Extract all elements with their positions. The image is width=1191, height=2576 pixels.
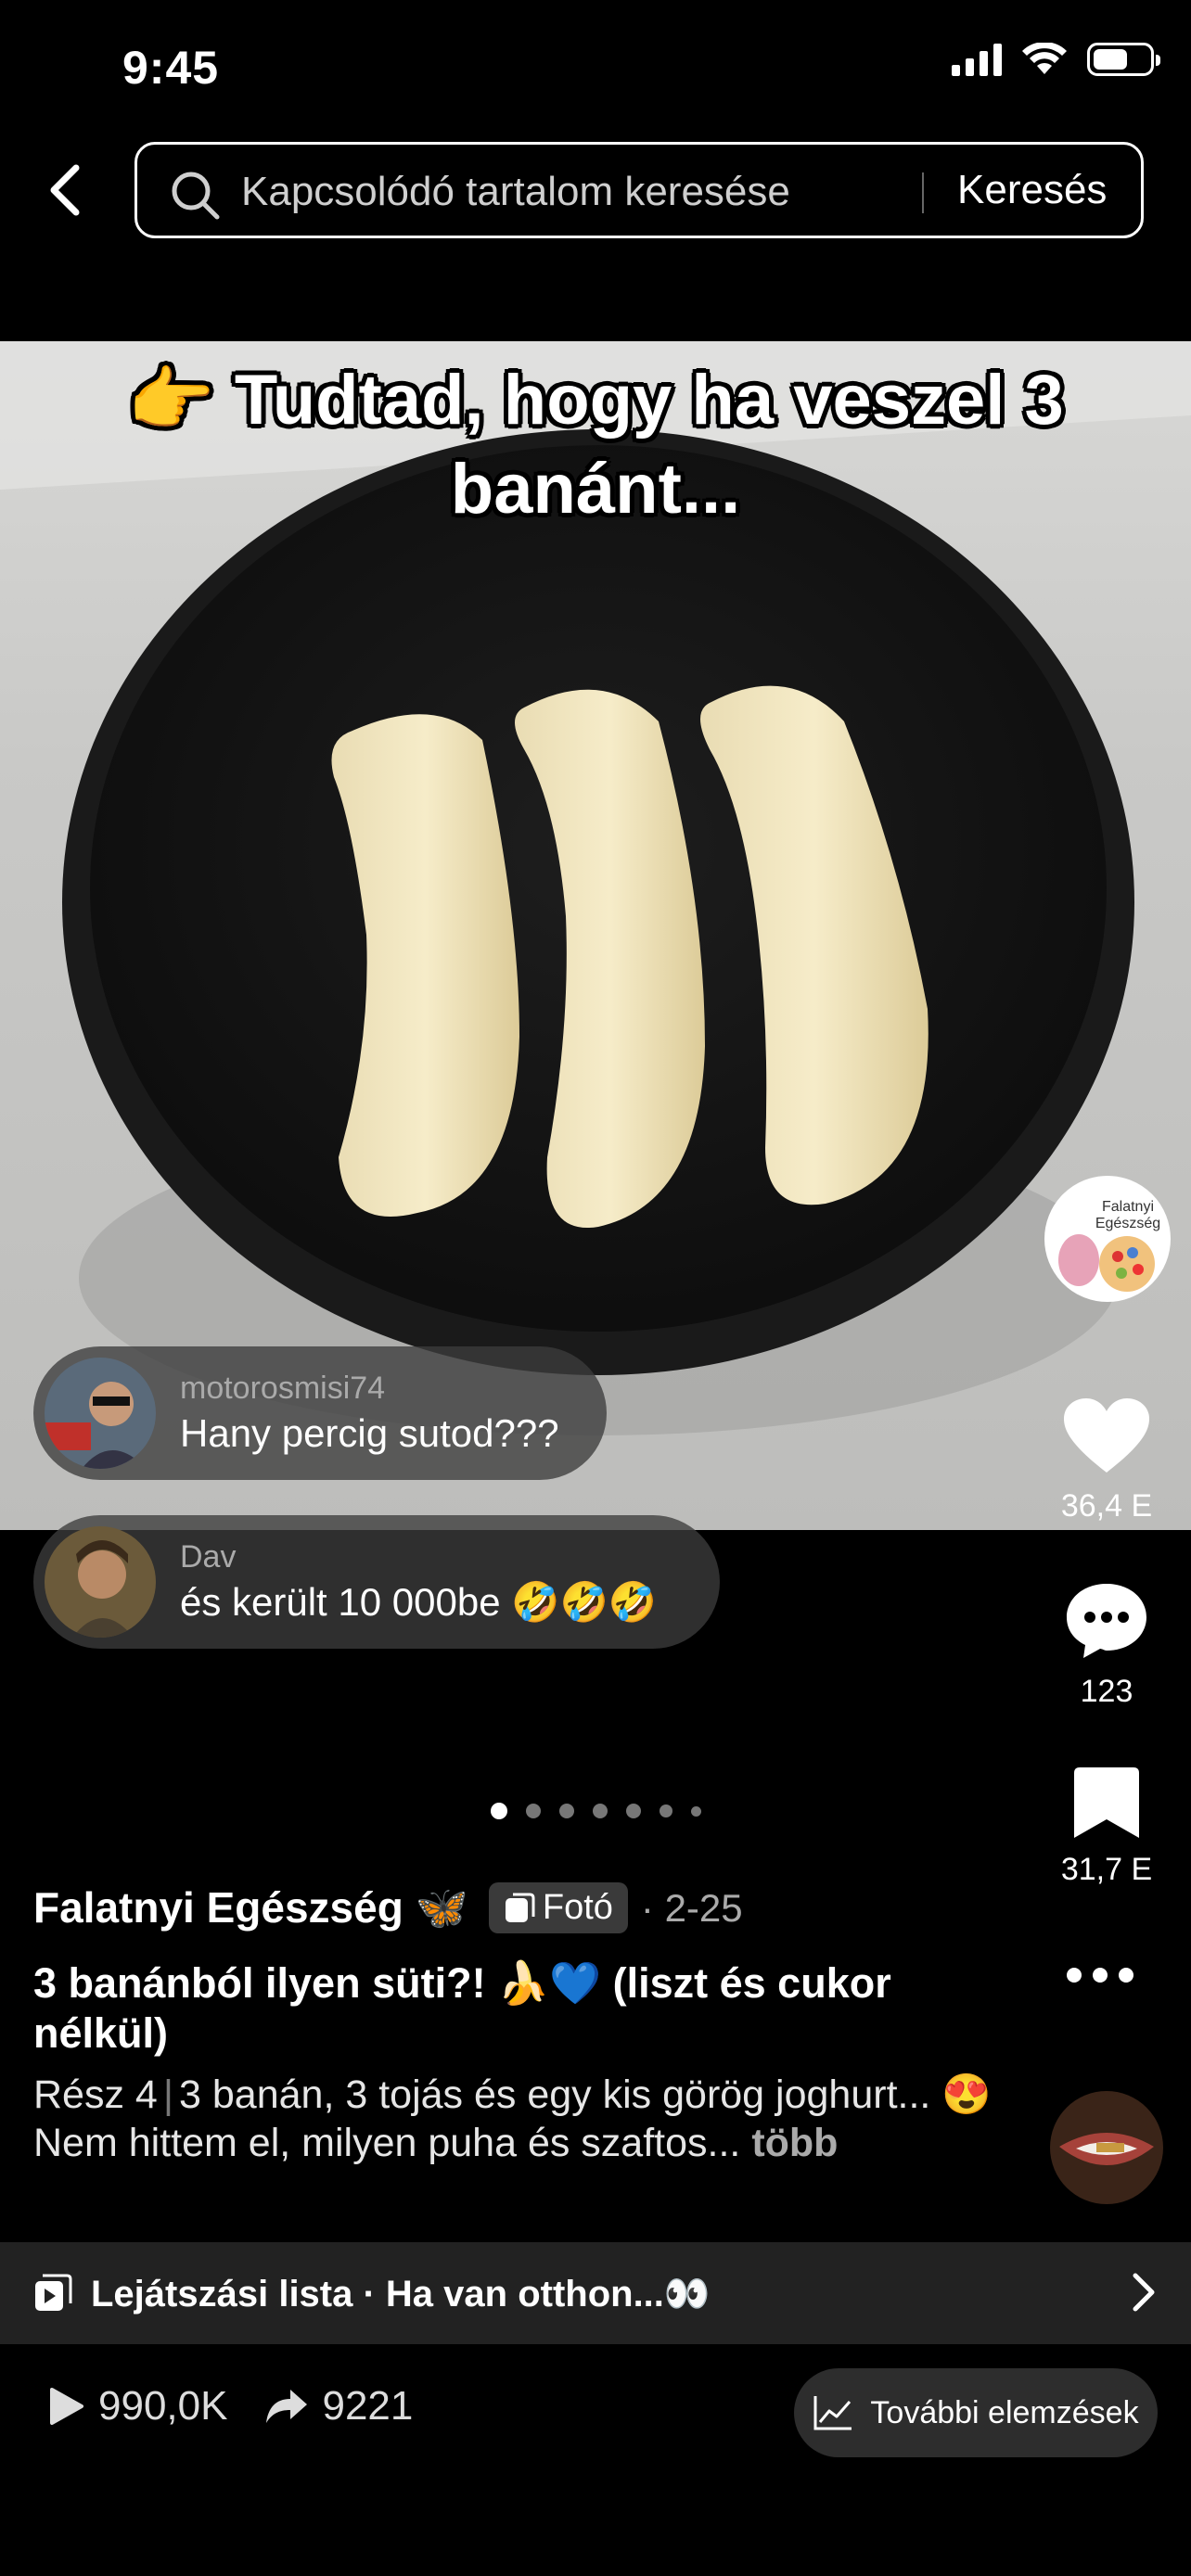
post-description-line2: Nem hittem el, milyen puha és szaftos... xyxy=(33,2121,741,2165)
cellular-signal-icon xyxy=(952,43,1002,76)
more-dot xyxy=(1119,1968,1133,1983)
chevron-left-icon xyxy=(50,164,80,216)
carousel-indicator xyxy=(0,1803,1191,1819)
creator-logo-text: Falatnyi Egészség xyxy=(1095,1199,1161,1231)
post-date: · 2-25 xyxy=(640,1885,743,1930)
save-count: 31,7 E xyxy=(1060,1852,1153,1887)
more-analytics-button[interactable]: További elemzések xyxy=(794,2368,1158,2457)
carousel-dot xyxy=(592,1804,608,1818)
share-arrow-icon xyxy=(266,2390,308,2423)
post-title: 3 banánból ilyen süti?! 🍌💙 (liszt és cuk… xyxy=(33,1959,891,2057)
view-count: 990,0K xyxy=(98,2383,228,2429)
more-options-button[interactable] xyxy=(1067,1968,1133,1983)
search-divider xyxy=(922,172,924,213)
comment-button[interactable]: 123 xyxy=(1037,1580,1176,1710)
commenter-avatar xyxy=(45,1358,156,1469)
wifi-icon xyxy=(1022,43,1067,74)
carousel-dot xyxy=(690,1805,701,1817)
comment-text: Hany percig sutod??? xyxy=(180,1411,559,1455)
playlist-label: Lejátszási lista · Ha van otthon...👀 xyxy=(91,2273,711,2315)
photo-overlay-caption: 👉 Tudtad, hogy ha veszel 3 banánt... xyxy=(127,361,1064,529)
photo-icon xyxy=(505,1893,535,1922)
carousel-dot xyxy=(490,1803,507,1819)
carousel-dot xyxy=(625,1804,641,1818)
comment-username: Dav xyxy=(180,1539,237,1575)
post-type-badge: Fotó xyxy=(488,1882,628,1933)
share-count: 9221 xyxy=(322,2383,414,2429)
comment-bubble-icon xyxy=(1067,1584,1146,1658)
carousel-dot xyxy=(558,1804,574,1818)
post-description[interactable]: Rész 4 | 3 banán, 3 tojás és egy kis görög… xyxy=(33,2071,998,2167)
play-icon xyxy=(50,2388,83,2425)
post-stats: 990,0K 9221 xyxy=(48,2383,413,2429)
post-part-label: Rész 4 xyxy=(33,2072,158,2117)
battery-icon xyxy=(1087,43,1160,76)
status-time: 9:45 xyxy=(122,42,220,94)
floating-comment[interactable]: motorosmisi74 Hany percig sutod??? xyxy=(33,1346,607,1480)
search-button[interactable]: Keresés xyxy=(957,167,1107,213)
save-button[interactable]: 31,7 E xyxy=(1037,1767,1176,1888)
creator-avatar[interactable]: Falatnyi Egészség xyxy=(1044,1176,1171,1302)
more-link[interactable]: több xyxy=(751,2121,838,2165)
floating-comment[interactable]: Dav és került 10 000be 🤣🤣🤣 xyxy=(33,1515,720,1649)
analytics-chart-icon xyxy=(813,2396,852,2430)
chevron-right-icon xyxy=(1133,2273,1155,2312)
carousel-dot xyxy=(659,1804,672,1817)
part-separator: | xyxy=(162,2072,174,2117)
heart-icon xyxy=(1064,1398,1149,1473)
search-icon xyxy=(172,172,220,220)
like-button[interactable]: 36,4 E xyxy=(1037,1398,1176,1524)
search-bar[interactable]: Kapcsolódó tartalom keresése Keresés xyxy=(134,142,1144,238)
sound-disc[interactable] xyxy=(1050,2091,1163,2204)
comment-count: 123 xyxy=(1080,1674,1133,1709)
post-description-line1: 3 banán, 3 tojás és egy kis görög joghur… xyxy=(179,2072,992,2117)
playlist-icon xyxy=(35,2274,72,2311)
search-input[interactable]: Kapcsolódó tartalom keresése xyxy=(241,169,790,215)
comment-username: motorosmisi74 xyxy=(180,1371,386,1406)
analytics-label: További elemzések xyxy=(870,2394,1139,2430)
post-type-label: Fotó xyxy=(542,1888,613,1927)
back-button[interactable] xyxy=(37,158,93,223)
status-icons xyxy=(952,43,1160,76)
commenter-avatar xyxy=(45,1526,156,1638)
carousel-dot xyxy=(525,1804,541,1818)
author-line: Falatnyi Egészség 🦋 Fotó · 2-25 xyxy=(33,1882,743,1933)
playlist-bar[interactable]: Lejátszási lista · Ha van otthon...👀 xyxy=(0,2242,1191,2344)
like-count: 36,4 E xyxy=(1060,1488,1153,1524)
more-dot xyxy=(1093,1968,1108,1983)
author-name[interactable]: Falatnyi Egészség 🦋 xyxy=(33,1882,468,1933)
more-dot xyxy=(1067,1968,1082,1983)
comment-text: és került 10 000be 🤣🤣🤣 xyxy=(180,1580,658,1624)
